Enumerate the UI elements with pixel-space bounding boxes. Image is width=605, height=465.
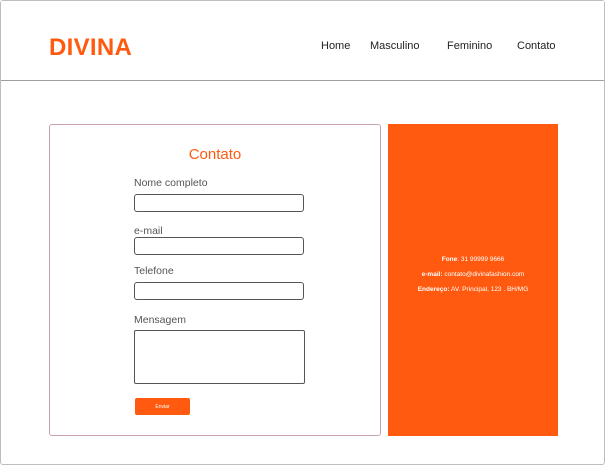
form-title: Contato: [188, 146, 242, 163]
phone-label: Telefone: [134, 265, 174, 277]
info-email: e-mail: contato@divinafashion.com: [388, 271, 558, 278]
contact-info-panel: Fone: 31 99999 9666 e-mail: contato@divi…: [388, 124, 558, 436]
info-email-value: contato@divinafashion.com: [442, 271, 525, 278]
nav-link-home[interactable]: Home: [321, 40, 350, 52]
info-phone: Fone: 31 99999 9666: [388, 256, 558, 263]
message-textarea[interactable]: [134, 330, 305, 384]
name-label: Nome completo: [134, 177, 208, 189]
info-email-label: e-mail:: [421, 271, 443, 278]
info-phone-label: Fone: [441, 256, 458, 263]
message-label: Mensagem: [134, 314, 186, 326]
submit-button[interactable]: Enviar: [135, 398, 190, 415]
info-address-value: AV. Principal, 123 . BH/MG: [449, 286, 529, 293]
email-input[interactable]: [134, 237, 304, 255]
info-phone-value: : 31 99999 9666: [457, 256, 505, 263]
name-input[interactable]: [134, 194, 304, 212]
site-header: DIVINA Home Masculino Feminino Contato: [1, 1, 604, 81]
nav-link-feminino[interactable]: Feminino: [447, 40, 492, 52]
info-address-label: Endereço:: [417, 286, 450, 293]
email-label: e-mail: [134, 225, 163, 237]
contact-form-card: Contato Nome completo e-mail Telefone Me…: [49, 124, 381, 436]
info-address: Endereço: AV. Principal, 123 . BH/MG: [388, 286, 558, 293]
brand-logo[interactable]: DIVINA: [49, 34, 132, 62]
nav-link-masculino[interactable]: Masculino: [370, 40, 420, 52]
phone-input[interactable]: [134, 282, 304, 300]
nav-link-contato[interactable]: Contato: [517, 40, 556, 52]
